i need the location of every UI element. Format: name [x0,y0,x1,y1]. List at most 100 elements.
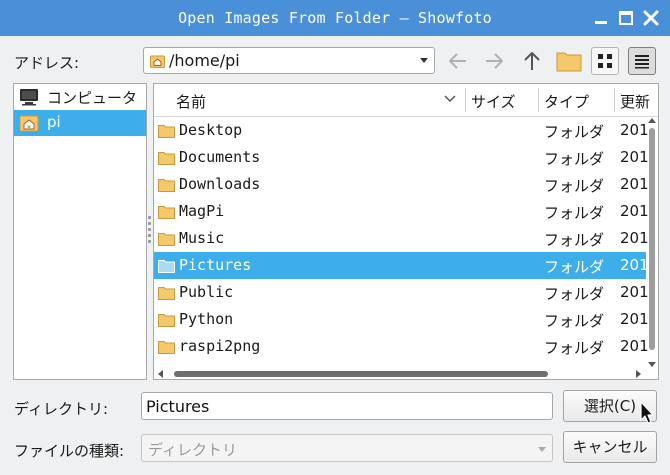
column-header-size[interactable]: サイズ [471,91,516,112]
file-row[interactable]: Documents フォルダ 201 [154,144,649,171]
cancel-button[interactable]: キャンセル [563,431,657,463]
column-header-type[interactable]: タイプ [544,91,589,112]
file-list[interactable]: 名前 サイズ タイプ 更新 Desktop フォルダ 201 Documents… [153,83,659,380]
folder-icon [158,206,175,219]
file-type: フォルダ [544,312,605,330]
chevron-down-icon[interactable] [538,447,546,452]
forward-button[interactable] [480,47,508,75]
file-type: フォルダ [544,123,605,141]
file-row[interactable]: Downloads フォルダ 201 [154,171,649,198]
path-value: /home/pi [169,51,240,70]
horizontal-scrollbar[interactable] [154,368,646,379]
horizontal-scroll-thumb[interactable] [174,371,548,377]
folder-icon [158,341,175,354]
title-bar[interactable]: Open Images From Folder — Showfoto [0,0,670,36]
arrow-right-icon [486,53,503,69]
file-row-selected[interactable]: Pictures フォルダ 201 [154,252,649,279]
file-type: フォルダ [544,150,605,168]
folder-icon [158,314,175,327]
file-row[interactable]: Public フォルダ 201 [154,279,649,306]
parent-folder-button[interactable] [518,47,546,75]
close-icon[interactable] [642,9,660,27]
grid-view-icon [598,54,612,68]
maximize-icon[interactable] [617,9,635,27]
column-divider[interactable] [465,88,466,112]
address-label: アドレス: [14,54,80,72]
file-date: 201 [620,310,649,328]
filetype-combobox[interactable]: ディレクトリ [141,434,553,462]
folder-icon [158,233,175,246]
scroll-left-icon[interactable] [158,370,163,378]
arrow-up-icon [524,52,540,70]
detail-view-button[interactable] [628,47,656,75]
file-name: Python [179,310,234,328]
file-name: Desktop [179,121,243,139]
folder-icon [158,152,175,165]
new-folder-icon [556,52,582,72]
place-item-label: pi [47,113,61,131]
place-item-computer[interactable]: コンピュータ [14,84,146,110]
column-header-name[interactable]: 名前 [176,91,206,112]
back-button[interactable] [444,47,472,75]
file-date: 201 [620,229,649,247]
file-date: 201 [620,148,649,166]
computer-icon [20,89,38,106]
list-view-icon [635,55,649,69]
file-type: フォルダ [544,231,605,249]
file-name: raspi2png [179,337,261,355]
file-date: 201 [620,121,649,139]
filetype-label: ファイルの種類: [14,442,125,460]
file-name: MagPi [179,202,225,220]
directory-label: ディレクトリ: [14,400,109,418]
vertical-scroll-thumb[interactable] [649,128,655,350]
minimize-icon[interactable] [592,9,610,27]
places-panel[interactable]: コンピュータ pi [13,83,147,380]
file-type: フォルダ [544,204,605,222]
icon-view-button[interactable] [591,47,619,75]
file-row[interactable]: raspi2png フォルダ 201 [154,333,649,360]
file-date: 201 [620,283,649,301]
file-name: Music [179,229,225,247]
file-row[interactable]: Python フォルダ 201 [154,306,649,333]
window-title: Open Images From Folder — Showfoto [178,9,492,27]
vertical-scrollbar[interactable] [646,118,658,368]
file-date: 201 [620,202,649,220]
file-date: 201 [620,175,649,193]
new-folder-button[interactable] [555,47,583,75]
path-combobox[interactable]: /home/pi [143,47,435,74]
file-row[interactable]: Music フォルダ 201 [154,225,649,252]
file-type: フォルダ [544,285,605,303]
file-name: Downloads [179,175,261,193]
folder-icon [158,260,175,273]
folder-icon [158,179,175,192]
home-folder-icon [19,115,39,132]
file-name: Public [179,283,234,301]
home-folder-icon [150,55,165,68]
file-type: フォルダ [544,339,605,357]
column-header-row: 名前 サイズ タイプ 更新 [154,84,658,117]
place-item-pi[interactable]: pi [14,110,146,136]
directory-input[interactable] [141,392,553,420]
panel-splitter[interactable] [148,216,151,246]
file-row[interactable]: Desktop フォルダ 201 [154,117,649,144]
file-date: 201 [620,337,649,355]
column-divider[interactable] [538,88,539,112]
folder-icon [158,287,175,300]
file-type: フォルダ [544,177,605,195]
file-date: 201 [620,256,649,274]
column-divider[interactable] [614,88,615,112]
filetype-value: ディレクトリ [148,441,237,459]
file-row[interactable]: MagPi フォルダ 201 [154,198,649,225]
column-header-date[interactable]: 更新 [620,91,650,112]
mouse-cursor-icon [640,401,654,424]
file-name: Pictures [179,256,252,274]
sort-descending-icon [444,95,456,103]
chevron-down-icon[interactable] [420,58,428,63]
scroll-right-icon[interactable] [636,370,641,378]
folder-icon [158,125,175,138]
file-name: Documents [179,148,261,166]
scroll-down-icon[interactable] [648,362,656,367]
file-type: フォルダ [544,258,605,276]
scroll-up-icon[interactable] [648,118,656,123]
arrow-left-icon [449,53,466,69]
